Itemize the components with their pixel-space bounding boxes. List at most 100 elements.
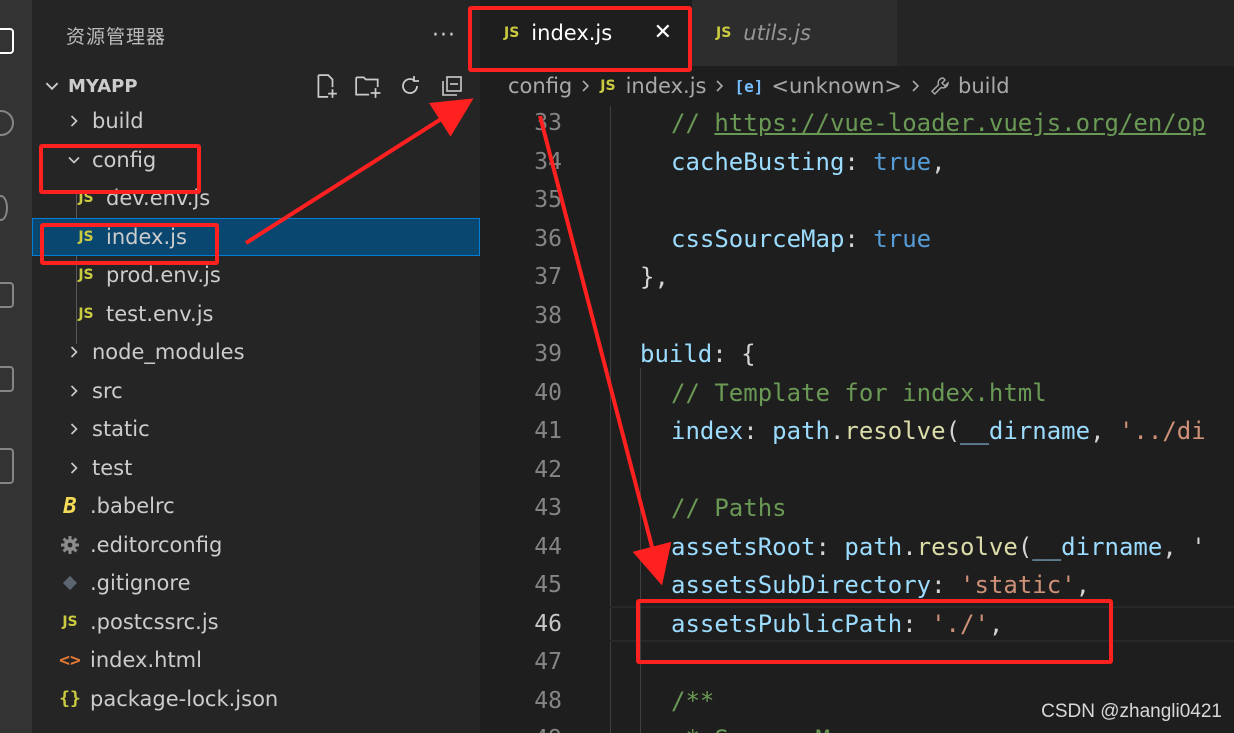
breadcrumb-symbol[interactable]: [e] <unknown> — [734, 74, 902, 98]
workspace-section-header[interactable]: MYAPP — [32, 70, 480, 102]
breadcrumb-folder[interactable]: config — [508, 74, 572, 98]
search-icon[interactable] — [0, 110, 14, 136]
code-content: build: { — [640, 340, 756, 368]
breadcrumb: config JS index.js [e] <unknown> build — [480, 66, 1234, 106]
tree-item-package-lock-json[interactable]: {} package-lock.json — [32, 680, 480, 719]
code-content: // https://vue-loader.vuejs.org/en/op — [671, 109, 1206, 137]
chevron-down-icon — [62, 152, 86, 168]
code-line[interactable]: 35 — [480, 181, 1234, 220]
code-line[interactable]: 44 assetsRoot: path.resolve(__dirname, ' — [480, 528, 1234, 567]
code-line[interactable]: 42 — [480, 451, 1234, 490]
code-line[interactable]: 36 cssSourceMap: true — [480, 220, 1234, 259]
refresh-icon[interactable] — [394, 72, 426, 100]
code-token: 'static' — [960, 571, 1076, 600]
code-line[interactable]: 41 index: path.resolve(__dirname, '../di — [480, 412, 1234, 451]
breadcrumb-file[interactable]: JS index.js — [600, 74, 706, 98]
tree-item-postcssrc-js[interactable]: JS .postcssrc.js — [32, 603, 480, 642]
code-token: cacheBusting — [671, 147, 845, 176]
code-token: : — [931, 571, 960, 600]
tree-item-babelrc[interactable]: B .babelrc — [32, 487, 480, 526]
tree-item-src[interactable]: src — [32, 372, 480, 411]
collapse-all-icon[interactable] — [436, 72, 468, 100]
code-token: ( — [1017, 532, 1033, 561]
activity-bar — [0, 0, 32, 733]
explorer-icon[interactable] — [0, 28, 14, 54]
tabbar-empty-area — [897, 0, 1234, 66]
chevron-right-icon — [62, 113, 86, 129]
code-line[interactable]: 34 cacheBusting: true, — [480, 143, 1234, 182]
tree-item-config[interactable]: config — [32, 141, 480, 180]
code-token: : — [844, 147, 874, 176]
html-file-icon: <> — [59, 649, 81, 671]
tree-item-static[interactable]: static — [32, 410, 480, 449]
new-file-icon[interactable] — [310, 72, 342, 100]
close-icon[interactable]: ✕ — [654, 20, 672, 45]
tree-item-build[interactable]: build — [32, 102, 480, 141]
more-actions-button[interactable]: ··· — [432, 23, 456, 48]
code-editor[interactable]: 33// https://vue-loader.vuejs.org/en/op 3… — [480, 106, 1234, 733]
code-line[interactable]: 33 // https://vue-loader.vuejs.org/en/op — [480, 106, 1234, 143]
tree-item-node-modules[interactable]: node_modules — [32, 333, 480, 372]
watermark: CSDN @zhangli0421 — [1041, 701, 1222, 722]
code-token: __dirname — [1032, 532, 1163, 561]
sidebar-title: 资源管理器 — [66, 25, 167, 48]
tab-index-js[interactable]: JS index.js ✕ — [480, 0, 692, 66]
tree-item-label: index.js — [106, 224, 187, 249]
tree-item-editorconfig[interactable]: .editorconfig — [32, 526, 480, 565]
code-token: // Template for index.html — [671, 378, 1047, 407]
line-number: 37 — [534, 264, 562, 291]
tree-item-label: .postcssrc.js — [90, 609, 219, 634]
source-control-icon[interactable] — [0, 195, 8, 221]
js-file-icon: JS — [600, 78, 616, 94]
code-token: : — [743, 417, 773, 446]
tree-item-test-env-js[interactable]: JS test.env.js — [32, 295, 480, 334]
code-content: * Source Ma — [671, 725, 844, 733]
tree-item-gitignore[interactable]: .gitignore — [32, 564, 480, 603]
code-token: './' — [931, 609, 989, 638]
extensions-icon[interactable] — [0, 366, 14, 392]
tree-item-label: .gitignore — [90, 571, 191, 596]
code-line[interactable]: 43 // Paths — [480, 489, 1234, 528]
js-file-icon: JS — [78, 190, 94, 207]
line-number: 48 — [534, 687, 562, 714]
tree-item-prod-env-js[interactable]: JS prod.env.js — [32, 256, 480, 295]
code-token: resolve — [844, 417, 946, 446]
chevron-right-icon — [62, 344, 86, 360]
code-line[interactable]: 47 — [480, 643, 1234, 682]
code-token: . — [902, 532, 917, 561]
line-number: 40 — [534, 379, 562, 406]
code-token: cssSourceMap — [671, 224, 845, 253]
json-file-icon: {} — [59, 688, 81, 710]
tree-item-label: node_modules — [92, 340, 245, 365]
remote-explorer-icon[interactable] — [0, 448, 14, 484]
code-line[interactable]: 37}, — [480, 258, 1234, 297]
code-token: true — [873, 147, 932, 176]
new-folder-icon[interactable] — [352, 72, 384, 100]
run-debug-icon[interactable] — [0, 282, 14, 308]
wrench-icon — [930, 76, 950, 96]
chevron-down-icon — [40, 74, 64, 98]
tree-item-label: index.html — [90, 648, 202, 673]
workspace-title: MYAPP — [68, 75, 138, 97]
tree-item-label: build — [92, 109, 144, 134]
code-content: assetsRoot: path.resolve(__dirname, ' — [671, 533, 1206, 561]
code-line[interactable]: 46 assetsPublicPath: './', — [480, 605, 1234, 644]
code-content: index: path.resolve(__dirname, '../di — [671, 417, 1206, 445]
js-file-icon: JS — [504, 25, 520, 41]
code-line[interactable]: 40 // Template for index.html — [480, 374, 1234, 413]
code-line[interactable]: 39 build: { — [480, 335, 1234, 374]
code-token: , ' — [1162, 532, 1206, 561]
code-line[interactable]: 38 — [480, 297, 1234, 336]
code-line[interactable]: 45 assetsSubDirectory: 'static', — [480, 566, 1234, 605]
breadcrumb-leaf[interactable]: build — [930, 74, 1010, 98]
code-content: /** — [671, 687, 714, 715]
gear-file-icon — [58, 535, 82, 555]
line-number: 49 — [480, 726, 562, 733]
git-file-icon — [58, 574, 82, 592]
tree-item-index-js[interactable]: JS index.js — [32, 217, 480, 256]
tree-item-test[interactable]: test — [32, 449, 480, 488]
tree-item-dev-env-js[interactable]: JS dev.env.js — [32, 179, 480, 218]
tree-item-index-html[interactable]: <> index.html — [32, 641, 480, 680]
code-token: resolve — [916, 532, 1018, 561]
tab-utils-js[interactable]: JS utils.js — [692, 0, 897, 66]
